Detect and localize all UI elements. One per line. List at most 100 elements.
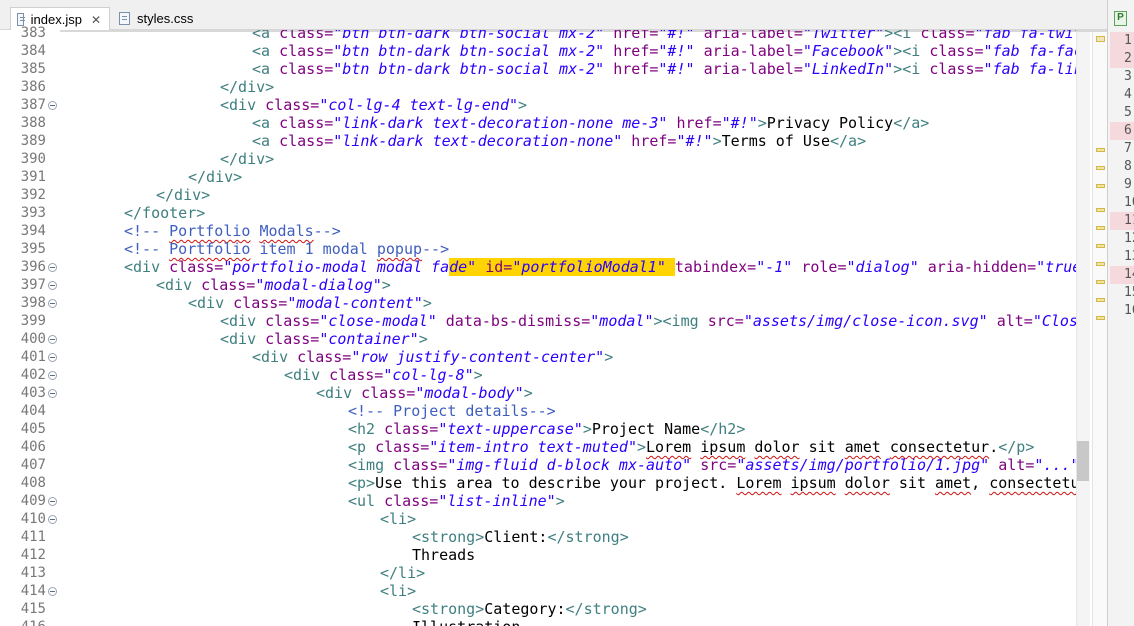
code-token: ipsum xyxy=(700,438,746,456)
code-token: class= xyxy=(279,42,334,60)
side-line-number: 9 xyxy=(1124,177,1132,192)
side-line-number: 1 xyxy=(1110,32,1134,50)
code-token: tabindex= xyxy=(674,258,757,276)
vertical-scrollbar[interactable] xyxy=(1076,32,1090,626)
code-token: "container" xyxy=(319,330,419,348)
code-token: aria-label= xyxy=(703,60,803,78)
fold-toggle-icon[interactable] xyxy=(48,281,57,290)
fold-toggle-icon[interactable] xyxy=(48,101,57,110)
code-token: "link-dark text-decoration-none" xyxy=(333,132,623,150)
annotation-marker[interactable] xyxy=(1096,36,1105,42)
fold-toggle-icon[interactable] xyxy=(48,389,57,398)
code-token: <!-- Project details--> xyxy=(348,402,556,420)
code-token: "fab fa-facebook-f" xyxy=(983,42,1076,60)
code-token: > xyxy=(582,420,592,438)
annotation-marker[interactable] xyxy=(1096,244,1105,248)
annotation-marker[interactable] xyxy=(1096,208,1105,212)
side-line-number: 11 xyxy=(1110,212,1134,230)
annotation-marker[interactable] xyxy=(1096,262,1105,266)
fold-toggle-icon[interactable] xyxy=(48,587,57,596)
side-panel-icon: P xyxy=(1114,10,1127,26)
close-icon[interactable]: ✕ xyxy=(91,13,101,27)
code-token: <a xyxy=(252,132,280,150)
code-token: Category: xyxy=(484,600,566,618)
fold-toggle-icon[interactable] xyxy=(48,371,57,380)
code-token: > xyxy=(637,438,647,456)
code-token: <strong> xyxy=(412,528,485,546)
fold-toggle-icon[interactable] xyxy=(48,497,57,506)
side-panel-tab[interactable]: P xyxy=(1110,8,1134,28)
code-token: Threads xyxy=(412,546,476,564)
code-token: </footer> xyxy=(124,204,206,222)
line-number: 405 xyxy=(20,421,46,437)
code-token: Lorem xyxy=(646,438,692,456)
code-token: > xyxy=(604,348,614,366)
line-number-gutter[interactable]: 383 384 385 386 387 388 389 390 391 392 393 394 395 3… xyxy=(0,25,60,626)
line-number: 406 xyxy=(20,439,46,455)
code-token: ><i xyxy=(893,42,930,60)
line-number: 388 xyxy=(20,115,46,131)
code-token: class= xyxy=(233,294,288,312)
annotation-marker[interactable] xyxy=(1096,148,1105,152)
code-token: <!-- xyxy=(124,222,170,240)
code-line: <div class="close-modal" data-bs-dismiss… xyxy=(220,312,1076,330)
code-token: </div> xyxy=(188,168,243,186)
code-token: class= xyxy=(384,420,439,438)
fold-toggle-icon[interactable] xyxy=(48,263,57,272)
editor-tab-bar: index.jsp ✕ styles.css xyxy=(0,0,1107,31)
code-token: </h2> xyxy=(700,420,746,438)
line-number: 411 xyxy=(20,529,46,545)
line-number: 386 xyxy=(20,79,46,95)
fold-toggle-icon[interactable] xyxy=(48,515,57,524)
line-number: 383 xyxy=(20,25,46,41)
code-token: <div xyxy=(220,312,266,330)
annotation-marker[interactable] xyxy=(1096,226,1105,230)
code-token: <img xyxy=(348,456,394,474)
annotation-marker[interactable] xyxy=(1096,166,1105,170)
code-token: class= xyxy=(361,384,416,402)
code-token: "#!" xyxy=(658,60,695,78)
annotation-marker[interactable] xyxy=(1096,280,1105,284)
code-token: ><i xyxy=(893,60,930,78)
line-number: 404 xyxy=(20,403,46,419)
code-token: class= xyxy=(265,330,320,348)
code-token: "btn btn-dark btn-social mx-2" xyxy=(333,60,605,78)
fold-toggle-icon[interactable] xyxy=(48,335,57,344)
code-token: <ul xyxy=(348,492,385,510)
fold-toggle-icon[interactable] xyxy=(48,299,57,308)
code-token: "link-dark text-decoration-none me-3" xyxy=(333,114,668,132)
code-token: href= xyxy=(631,132,677,150)
fold-toggle-icon[interactable] xyxy=(48,353,57,362)
code-token: "list-inline" xyxy=(438,492,556,510)
line-number: 387 xyxy=(20,97,46,113)
code-line: Threads xyxy=(412,546,475,564)
annotation-marker[interactable] xyxy=(1096,316,1105,320)
code-token: <div xyxy=(188,294,234,312)
code-text-area[interactable]: <a class="btn btn-dark btn-social mx-2" … xyxy=(60,30,1076,626)
code-token: "#!" xyxy=(658,30,695,42)
code-token: Client: xyxy=(484,528,548,546)
overview-ruler[interactable] xyxy=(1092,32,1107,626)
annotation-marker[interactable] xyxy=(1096,184,1105,188)
scrollbar-thumb[interactable] xyxy=(1077,441,1089,481)
code-token: de" xyxy=(449,258,477,276)
code-token: "modal" xyxy=(590,312,654,330)
code-token: "fab fa-twitter" xyxy=(974,30,1077,42)
code-editor[interactable]: index.jsp ✕ styles.css 383 384 385 386 387 38… xyxy=(0,0,1107,626)
code-token: > xyxy=(712,132,722,150)
code-token: src= xyxy=(700,456,737,474)
code-token: <h2 xyxy=(348,420,385,438)
tab-styles-css[interactable]: styles.css xyxy=(113,6,203,30)
code-token: ipsum xyxy=(790,474,836,492)
line-number: 410 xyxy=(20,511,46,527)
line-number: 391 xyxy=(20,169,46,185)
code-token: class= xyxy=(279,114,334,132)
code-token: "modal-body" xyxy=(415,384,524,402)
code-token: Lorem xyxy=(736,474,782,492)
annotation-marker[interactable] xyxy=(1096,298,1105,302)
line-number: 402 xyxy=(20,367,46,383)
code-token: class= xyxy=(279,60,334,78)
